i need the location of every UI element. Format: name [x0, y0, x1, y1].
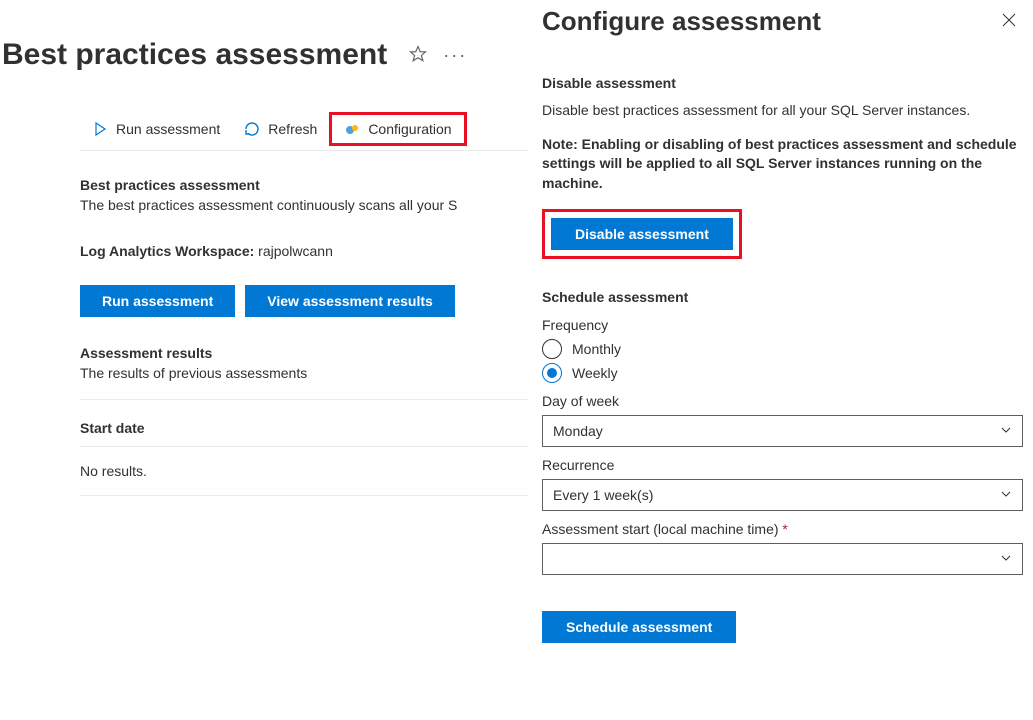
more-button[interactable]: ···: [435, 41, 475, 70]
toolbar-run-assessment[interactable]: Run assessment: [80, 115, 232, 143]
recurrence-label: Recurrence: [542, 457, 1023, 473]
toolbar-refresh[interactable]: Refresh: [232, 115, 329, 143]
toolbar-refresh-label: Refresh: [268, 121, 317, 137]
refresh-icon: [244, 121, 260, 137]
ellipsis-icon: ···: [443, 45, 467, 65]
chevron-down-icon: [1000, 487, 1012, 503]
log-analytics-workspace: Log Analytics Workspace: rajpolwcann: [80, 243, 528, 259]
schedule-assessment-button[interactable]: Schedule assessment: [542, 611, 736, 643]
disable-note: Note: Enabling or disabling of best prac…: [542, 135, 1023, 194]
toolbar-configuration[interactable]: Configuration: [332, 115, 463, 143]
frequency-weekly[interactable]: Weekly: [542, 363, 1023, 383]
radio-icon: [542, 363, 562, 383]
toolbar: Run assessment Refresh Configuration: [80, 112, 528, 151]
disable-head: Disable assessment: [542, 75, 1023, 91]
disable-assessment-button[interactable]: Disable assessment: [551, 218, 733, 250]
toolbar-configuration-label: Configuration: [368, 121, 451, 137]
frequency-monthly[interactable]: Monthly: [542, 339, 1023, 359]
configure-panel: Configure assessment Disable assessment …: [528, 0, 1033, 720]
disable-text: Disable best practices assessment for al…: [542, 101, 1023, 121]
favorite-button[interactable]: [401, 41, 435, 70]
page-title: Best practices assessment: [2, 38, 401, 72]
bpa-section-desc: The best practices assessment continuous…: [80, 197, 528, 213]
recurrence-select[interactable]: Every 1 week(s): [542, 479, 1023, 511]
recurrence-value: Every 1 week(s): [553, 487, 653, 503]
frequency-label: Frequency: [542, 317, 1023, 333]
column-start-date[interactable]: Start date: [80, 410, 528, 447]
disable-highlight: Disable assessment: [542, 209, 742, 259]
assessment-start-label: Assessment start (local machine time) *: [542, 521, 1023, 537]
panel-title: Configure assessment: [542, 6, 821, 37]
frequency-monthly-label: Monthly: [572, 341, 621, 357]
results-head: Assessment results: [80, 345, 528, 361]
required-indicator: *: [782, 521, 787, 537]
toolbar-run-label: Run assessment: [116, 121, 220, 137]
frequency-weekly-label: Weekly: [572, 365, 618, 381]
day-of-week-select[interactable]: Monday: [542, 415, 1023, 447]
configuration-highlight: Configuration: [329, 112, 466, 146]
assessment-start-select[interactable]: [542, 543, 1023, 575]
day-of-week-value: Monday: [553, 423, 603, 439]
close-button[interactable]: [995, 6, 1023, 37]
gear-cloud-icon: [344, 121, 360, 137]
law-label: Log Analytics Workspace:: [80, 243, 254, 259]
results-desc: The results of previous assessments: [80, 365, 528, 381]
bpa-section-head: Best practices assessment: [80, 177, 528, 193]
play-icon: [92, 121, 108, 137]
run-assessment-button[interactable]: Run assessment: [80, 285, 235, 317]
chevron-down-icon: [1000, 423, 1012, 439]
close-icon: [1001, 16, 1017, 31]
day-of-week-label: Day of week: [542, 393, 1023, 409]
chevron-down-icon: [1000, 551, 1012, 567]
star-icon: [409, 51, 427, 66]
schedule-head: Schedule assessment: [542, 289, 1023, 305]
no-results-text: No results.: [80, 447, 528, 496]
view-results-button[interactable]: View assessment results: [245, 285, 455, 317]
radio-icon: [542, 339, 562, 359]
law-value: rajpolwcann: [258, 243, 333, 259]
